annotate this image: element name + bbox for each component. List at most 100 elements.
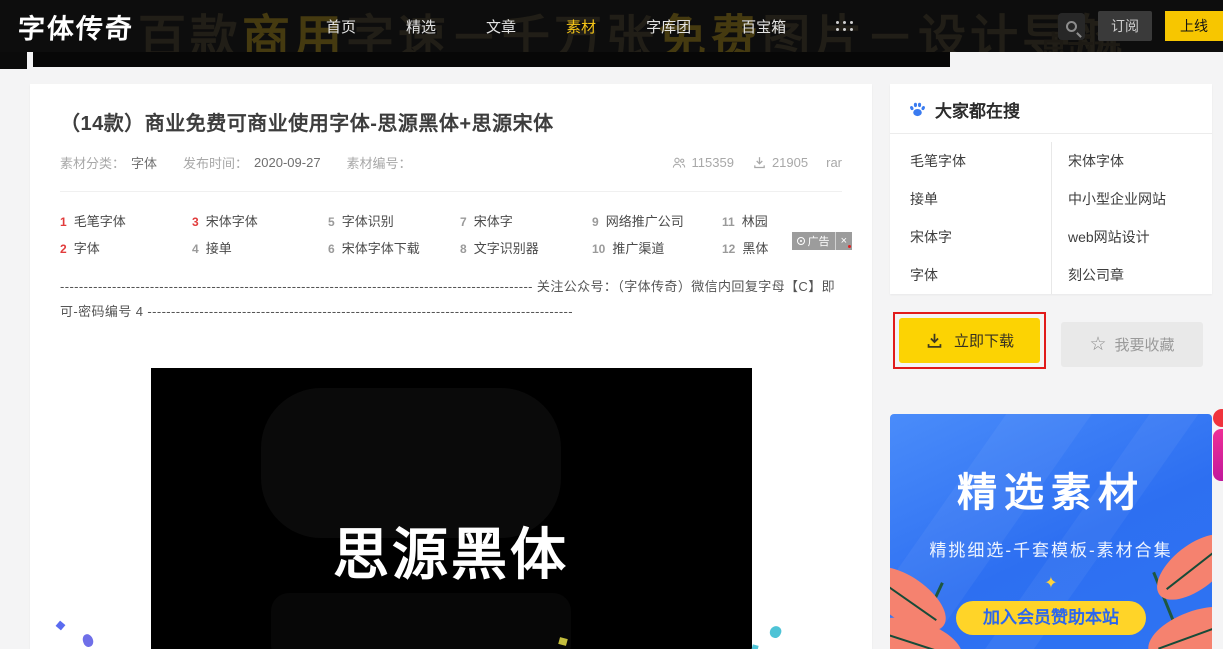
favorite-button-label: 我要收藏 (1115, 334, 1175, 355)
hot-search-list: 毛笔字体 宋体字体 接单 中小型企业网站 宋体字 web网站设计 字体 刻公司章 (890, 134, 1212, 294)
tag-rank: 12 (722, 242, 735, 256)
top-navbar: 百款商用字速－千万张免费图片－设计导航 点击进 字体传奇 首页 精选 文章 素材… (0, 0, 1223, 52)
tag-rank: 4 (192, 242, 199, 256)
hot-search-term[interactable]: 字体 (890, 256, 1051, 294)
category-value[interactable]: 字体 (131, 153, 157, 172)
download-highlight-box: 立即下载 (893, 312, 1046, 369)
confetti-speck (751, 644, 758, 649)
tag-rank: 11 (722, 215, 735, 229)
wechat-notice-text: ----------------------------------------… (30, 265, 872, 324)
article-meta: 素材分类： 字体 发布时间： 2020-09-27 素材编号： 115359 2… (60, 153, 842, 172)
tag-label: 字体识别 (342, 214, 394, 229)
tag-link[interactable]: 2 字体 (60, 238, 192, 257)
preview-font-name: 思源黑体 (151, 510, 752, 591)
favorite-button[interactable]: ☆ 我要收藏 (1061, 322, 1203, 367)
nav-item-toolbox[interactable]: 百宝箱 (741, 16, 786, 37)
article-stats: 115359 21905 rar (671, 155, 842, 171)
online-button[interactable]: 上线 (1165, 11, 1223, 41)
tag-link[interactable]: 4 接单 (192, 238, 328, 257)
main-menu: 首页 精选 文章 素材 字库团 百宝箱 (326, 16, 854, 37)
nav-item-articles[interactable]: 文章 (486, 16, 516, 37)
nav-item-materials[interactable]: 素材 (566, 16, 596, 37)
promo-title: 精选素材 (890, 460, 1212, 518)
code-label: 素材编号： (347, 153, 412, 172)
ad-close-button[interactable]: × (835, 232, 852, 250)
article-header: （14款）商业免费可商业使用字体-思源黑体+思源宋体 素材分类： 字体 发布时间… (30, 84, 872, 192)
tag-label: 接单 (206, 241, 232, 256)
ad-badge-label-wrap[interactable]: 广告 (792, 233, 835, 249)
search-button[interactable] (1058, 13, 1085, 40)
baidu-paw-icon (908, 100, 927, 119)
hot-search-card: 大家都在搜 毛笔字体 宋体字体 接单 中小型企业网站 宋体字 web网站设计 字… (890, 84, 1212, 294)
download-icon (925, 331, 944, 350)
views-icon (671, 155, 687, 171)
hot-search-term[interactable]: 刻公司章 (1051, 256, 1212, 294)
downloads-count: 21905 (772, 155, 808, 170)
tag-label: 宋体字 (474, 214, 513, 229)
hot-search-term[interactable]: 中小型企业网站 (1051, 180, 1212, 218)
hot-search-term[interactable]: 毛笔字体 (890, 142, 1051, 180)
font-preview-image: 思源黑体 (151, 368, 752, 649)
tag-label: 宋体字体下载 (342, 241, 420, 256)
tag-label: 黑体 (742, 241, 768, 256)
tag-link[interactable]: 3宋体字体 (192, 211, 328, 230)
tag-rank: 5 (328, 215, 335, 229)
hot-search-term[interactable]: 宋体字 (890, 218, 1051, 256)
ad-badge: 广告 × (792, 232, 852, 250)
nav-item-featured[interactable]: 精选 (406, 16, 436, 37)
page-title: （14款）商业免费可商业使用字体-思源黑体+思源宋体 (60, 107, 842, 136)
hot-search-term[interactable]: web网站设计 (1051, 218, 1212, 256)
nav-right-controls: 订阅 上线 (1058, 11, 1223, 41)
search-icon (1066, 21, 1077, 32)
tag-rank: 2 (60, 242, 67, 256)
hot-search-title: 大家都在搜 (935, 97, 1020, 122)
tag-link[interactable]: 11林园 (722, 211, 842, 230)
tag-label: 宋体字体 (206, 214, 258, 229)
hot-search-term[interactable]: 接单 (890, 180, 1051, 218)
date-value: 2020-09-27 (254, 155, 321, 170)
tag-label: 文字识别器 (474, 241, 539, 256)
tag-rank: 7 (460, 215, 467, 229)
tag-link[interactable]: 9网络推广公司 (592, 211, 722, 230)
hot-search-term[interactable]: 宋体字体 (1051, 142, 1212, 180)
tag-label: 字体 (74, 241, 100, 256)
promo-banner[interactable]: 精选素材 精挑细选-千套模板-素材合集 ✦ 加入会员赞助本站 网站发展-需要大家… (890, 414, 1212, 649)
category-label: 素材分类： (60, 153, 125, 172)
tag-link[interactable]: 5 字体识别 (328, 211, 460, 230)
views-stat: 115359 (671, 155, 734, 171)
site-logo[interactable]: 字体传奇 (17, 7, 135, 46)
more-grid-icon[interactable] (836, 21, 854, 32)
tag-rank: 6 (328, 242, 335, 256)
promo-subtitle: 精挑细选-千套模板-素材合集 (890, 536, 1212, 561)
downloads-icon (752, 155, 767, 170)
tag-rank: 1 (60, 215, 67, 229)
tag-link[interactable]: 1毛笔字体 (60, 211, 192, 230)
ad-banner-corner (0, 52, 27, 69)
preview-bg-shape (271, 593, 571, 649)
downloads-stat: 21905 (752, 155, 808, 170)
hot-tags-grid: 1毛笔字体 2 字体 3宋体字体 4 接单 5 字体识别 6 宋体字体下载 7 宋体字 8… (60, 207, 842, 261)
hot-search-header: 大家都在搜 (890, 84, 1212, 133)
ad-eye-icon (797, 237, 805, 245)
nav-item-home[interactable]: 首页 (326, 16, 356, 37)
tag-rank: 10 (592, 242, 605, 256)
download-button-label: 立即下载 (954, 330, 1014, 351)
article-card: （14款）商业免费可商业使用字体-思源黑体+思源宋体 素材分类： 字体 发布时间… (30, 84, 872, 649)
floating-badge-icon[interactable] (1213, 409, 1223, 427)
tag-link[interactable]: 8文字识别器 (460, 238, 592, 257)
tag-link[interactable]: 7 宋体字 (460, 211, 592, 230)
ad-text-seg: 百款 (138, 12, 242, 52)
tag-link[interactable]: 10推广渠道 (592, 238, 722, 257)
views-count: 115359 (692, 155, 734, 170)
download-button[interactable]: 立即下载 (899, 318, 1040, 363)
tag-link[interactable]: 6 宋体字体下载 (328, 238, 460, 257)
ad-badge-label: 广告 (808, 233, 830, 249)
join-member-button[interactable]: 加入会员赞助本站 (956, 601, 1146, 635)
subscribe-button[interactable]: 订阅 (1098, 11, 1152, 41)
date-label: 发布时间： (183, 153, 248, 172)
nav-item-fontgroup[interactable]: 字库团 (646, 16, 691, 37)
tag-rank: 9 (592, 215, 599, 229)
floating-contact-widget[interactable] (1213, 429, 1223, 481)
ad-banner-strip (33, 52, 950, 67)
file-format: rar (826, 155, 842, 170)
